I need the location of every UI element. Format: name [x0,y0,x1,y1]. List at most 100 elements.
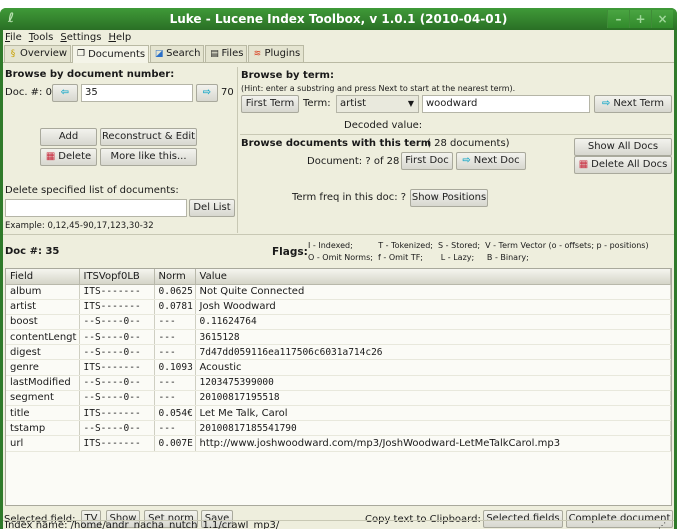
table-row[interactable]: contentLengt --S----0-- --- 3615128 [6,329,671,346]
flags-cell: --S----0-- [79,314,155,331]
reconstruct-edit-button[interactable]: Reconstruct & Edit [100,128,197,146]
value-cell: 1203475399000 [195,375,671,391]
max-doc-label: 70 [221,87,234,98]
norm-cell: 0.0781 [154,299,196,315]
doc-number-label: Doc. #: 0 [5,87,52,98]
value-cell: 0.11624764 [195,314,671,331]
term-field-select[interactable]: artist ▼ [336,95,419,113]
minimize-button[interactable]: – [607,10,629,28]
norm-cell: --- [154,329,196,346]
tab-label: Overview [20,48,68,59]
field-cell: title [6,405,80,422]
tab-label: Search [166,48,201,59]
next-term-button[interactable]: ⇨ Next Term [594,95,672,113]
delete-all-docs-button[interactable]: ▦ Delete All Docs [574,156,672,174]
browse-doc-heading: Browse by document number: [5,69,175,80]
table-row[interactable]: digest --S----0-- --- 7d47dd059116ea117506c… [6,344,671,361]
tab-files[interactable]: ▤ Files [205,45,248,62]
close-button[interactable]: × [651,10,673,28]
document-position-label: Document: ? of 28 [307,156,400,167]
arrow-right-icon: ⇨ [202,87,212,98]
term-value-input[interactable]: woodward [422,95,590,113]
prev-doc-button[interactable]: ⇦ [52,84,78,102]
first-doc-button[interactable]: First Doc [401,152,453,170]
norm-cell: --- [154,375,196,391]
field-cell: digest [6,344,80,361]
flags-cell: ITS------- [79,405,155,422]
luke-logo-icon: ℓ [8,11,15,26]
value-cell: 20100817195518 [195,390,671,407]
files-icon: ▤ [210,48,219,59]
norm-cell: 0.007E [154,435,196,452]
del-list-button[interactable]: Del List [189,199,235,217]
menu-help[interactable]: Help [108,30,131,45]
maximize-button[interactable]: + [629,10,651,28]
tab-search[interactable]: ◪ Search [150,45,205,62]
show-positions-button[interactable]: Show Positions [410,189,488,207]
doc-number-input[interactable]: 35 [81,84,193,102]
value-cell: Josh Woodward [195,299,671,315]
menu-file[interactable]: File [5,30,22,45]
value-cell: Acoustic [195,359,671,376]
fields-table[interactable]: Field ITSVopf0LB Norm Value album ITS----… [5,268,672,506]
delete-list-label: Delete specified list of documents: [5,185,179,196]
menu-tools[interactable]: Tools [29,30,54,45]
arrow-right-icon: ⇨ [601,98,611,109]
tab-documents[interactable]: ❐ Documents [72,45,150,63]
delete-button[interactable]: ▦ Delete [40,148,97,166]
tab-overview[interactable]: § Overview [4,45,72,62]
flags-cell: ITS------- [79,435,155,452]
column-header-field[interactable]: Field [6,269,80,285]
menu-settings[interactable]: Settings [60,30,101,45]
arrow-right-icon: ⇨ [462,155,471,166]
flags-cell: --S----0-- [79,420,155,437]
term-label: Term: [303,98,331,109]
delete-all-docs-label: Delete All Docs [591,159,668,170]
table-row[interactable]: genre ITS------- 0.1093 Acoustic [6,359,671,376]
arrow-left-icon: ⇦ [60,87,70,98]
norm-cell: 0.1093 [154,359,196,376]
norm-cell: --- [154,390,196,407]
index-name-status: Index name: /home/andr_nacha_nutch_1.1/c… [5,520,280,529]
tab-label: Plugins [264,48,301,59]
tab-plugins[interactable]: ≋ Plugins [248,45,305,62]
table-row[interactable]: segment --S----0-- --- 20100817195518 [6,390,671,407]
next-doc-number-button[interactable]: ⇨ [196,84,218,102]
trash-icon: ▦ [45,151,56,162]
flags-cell: --S----0-- [79,375,155,391]
table-row[interactable]: tstamp --S----0-- --- 20100817185541790 [6,420,671,437]
value-cell: 7d47dd059116ea117506c6031a714c26 [195,344,671,361]
norm-cell: 0.0625 [154,284,196,300]
title-bar[interactable]: ℓ Luke - Lucene Index Toolbox, v 1.0.1 (… [0,8,677,30]
show-all-docs-button[interactable]: Show All Docs [574,138,672,156]
add-button[interactable]: Add [40,128,97,146]
table-row[interactable]: artist ITS------- 0.0781 Josh Woodward [6,299,671,315]
table-row[interactable]: lastModified --S----0-- --- 1203475399000 [6,375,671,391]
table-row[interactable]: title ITS------- 0.054€ Let Me Talk, Carol [6,405,671,422]
more-like-this-button[interactable]: More like this... [100,148,197,166]
norm-cell: --- [154,314,196,331]
resize-grip-icon[interactable]: ⋰ [658,521,666,529]
table-row[interactable]: boost --S----0-- --- 0.11624764 [6,314,671,331]
flags-cell: ITS------- [79,299,155,315]
section-divider [3,234,674,235]
first-term-button[interactable]: First Term [241,95,299,113]
delete-list-input[interactable] [5,199,187,217]
next-term-label: Next Term [613,98,665,109]
flags-legend-line1: I - Indexed; T - Tokenized; S - Stored; … [308,241,649,250]
table-row[interactable]: url ITS------- 0.007E http://www.joshwoodwa… [6,435,671,452]
value-cell: Let Me Talk, Carol [195,405,671,422]
panel-divider [237,67,238,233]
field-cell: url [6,435,80,452]
chevron-down-icon: ▼ [407,99,414,108]
next-doc-button[interactable]: ⇨ Next Doc [456,152,526,170]
table-row[interactable]: album ITS------- 0.0625 Not Quite Connected [6,284,671,300]
column-header-value[interactable]: Value [195,269,671,285]
term-divider [240,134,672,135]
term-doc-count: ( 28 documents) [427,138,510,149]
column-header-norm[interactable]: Norm [154,269,196,285]
column-header-flags[interactable]: ITSVopf0LB [79,269,155,285]
flags-cell: --S----0-- [79,329,155,346]
field-cell: segment [6,390,80,407]
flags-legend-line2: O - Omit Norms; f - Omit TF; L - Lazy; B… [308,253,529,262]
